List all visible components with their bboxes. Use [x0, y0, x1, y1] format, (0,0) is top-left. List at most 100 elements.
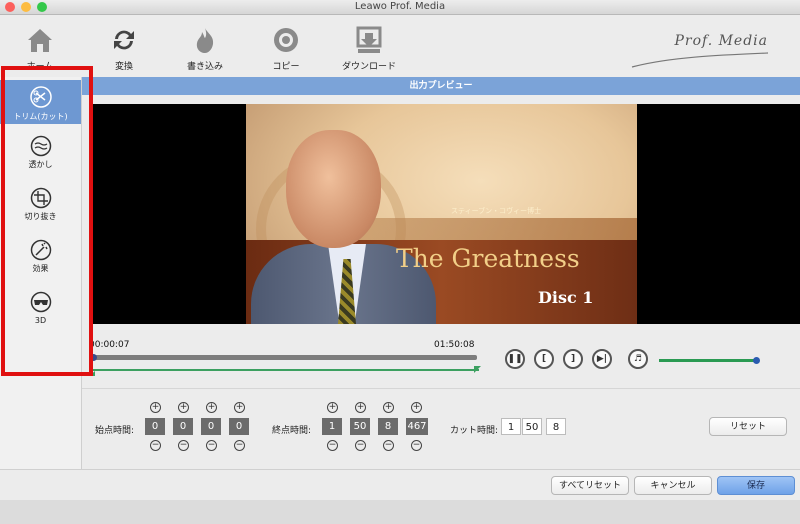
convert-icon — [114, 30, 134, 50]
start-ms-field[interactable]: 0 — [229, 418, 249, 435]
sidebar-item-effect[interactable]: 効果 — [0, 239, 81, 283]
minimize-window-button[interactable] — [21, 2, 31, 12]
footer-divider — [0, 469, 800, 470]
bracket-right-icon: ] — [570, 354, 576, 364]
start-ms-minus[interactable]: − — [234, 440, 245, 451]
reset-button[interactable]: リセット — [709, 417, 787, 436]
current-time: 00:00:07 — [89, 340, 130, 350]
download-icon — [356, 26, 382, 53]
toolbar-copy-button[interactable]: コピー — [251, 25, 321, 72]
playback-handle[interactable] — [90, 354, 97, 361]
trim-end-handle[interactable] — [474, 366, 481, 373]
duration-hour-field: 1 — [501, 418, 521, 435]
start-time-label: 始点時間: — [95, 426, 135, 436]
start-sec-field[interactable]: 0 — [201, 418, 221, 435]
toolbar-convert-label: 変換 — [114, 62, 133, 72]
toolbar-convert-button[interactable]: 変換 — [89, 25, 159, 72]
reset-all-button[interactable]: すべてリセット — [551, 476, 629, 495]
sidebar-item-crop[interactable]: 切り抜き — [0, 187, 81, 231]
sidebar-effect-label: 効果 — [32, 264, 49, 273]
effect-icon — [30, 239, 51, 261]
toolbar-burn-button[interactable]: 書き込み — [170, 25, 240, 72]
main-toolbar: ホーム 変換 書き込み コピー ダウンロード Prof. Media — [0, 15, 800, 77]
video-preview[interactable]: スティーブン・コヴィー博士 The Greatness Disc 1 — [89, 104, 800, 324]
video-person-head — [286, 130, 381, 248]
sidebar-item-watermark[interactable]: 透かし — [0, 135, 81, 179]
set-end-button[interactable]: ] — [563, 349, 583, 369]
toolbar-burn-label: 書き込み — [186, 62, 223, 72]
zoom-window-button[interactable] — [37, 2, 47, 12]
speaker-icon: ♬ — [633, 354, 643, 364]
end-min-plus[interactable]: + — [355, 402, 366, 413]
skip-forward-icon: ▶| — [596, 354, 608, 364]
sidebar-trim-label: トリム(カット) — [13, 112, 68, 121]
cancel-button[interactable]: キャンセル — [634, 476, 712, 495]
end-hour-field[interactable]: 1 — [322, 418, 342, 435]
volume-slider-track[interactable] — [659, 359, 757, 362]
trim-start-handle[interactable] — [89, 366, 95, 376]
start-ms-plus[interactable]: + — [234, 402, 245, 413]
sidebar-watermark-label: 透かし — [28, 160, 53, 169]
app-logo: Prof. Media — [674, 33, 768, 49]
toolbar-home-label: ホーム — [26, 62, 54, 72]
set-start-button[interactable]: [ — [534, 349, 554, 369]
burn-icon — [196, 28, 214, 53]
3d-glasses-icon — [30, 291, 51, 313]
status-bar — [0, 500, 800, 524]
trim-icon — [29, 86, 52, 108]
end-min-minus[interactable]: − — [355, 440, 366, 451]
video-disc-text: Disc 1 — [538, 288, 594, 307]
end-min-field[interactable]: 50 — [350, 418, 370, 435]
pause-button[interactable]: ❚❚ — [505, 349, 525, 369]
end-hour-minus[interactable]: − — [327, 440, 338, 451]
watermark-icon — [30, 135, 51, 157]
end-hour-plus[interactable]: + — [327, 402, 338, 413]
end-ms-field[interactable]: 467 — [406, 418, 428, 435]
sidebar-item-trim[interactable]: トリム(カット) — [0, 80, 81, 124]
preview-header: 出力プレビュー — [82, 77, 800, 95]
duration-min-field: 50 — [522, 418, 542, 435]
start-hour-field[interactable]: 0 — [145, 418, 165, 435]
toolbar-copy-label: コピー — [272, 62, 300, 72]
start-hour-plus[interactable]: + — [150, 402, 161, 413]
volume-button[interactable]: ♬ — [628, 349, 648, 369]
close-window-button[interactable] — [5, 2, 15, 12]
pause-icon: ❚❚ — [507, 354, 523, 364]
toolbar-download-label: ダウンロード — [341, 62, 396, 72]
volume-slider-handle[interactable] — [753, 357, 760, 364]
save-button[interactable]: 保存 — [717, 476, 795, 495]
logo-swoosh — [631, 52, 769, 68]
end-sec-plus[interactable]: + — [383, 402, 394, 413]
crop-icon — [30, 187, 51, 209]
start-min-minus[interactable]: − — [178, 440, 189, 451]
start-min-plus[interactable]: + — [178, 402, 189, 413]
duration-label: カット時間: — [450, 426, 499, 436]
video-subtitle-text: スティーブン・コヴィー博士 — [451, 207, 542, 215]
next-frame-button[interactable]: ▶| — [592, 349, 612, 369]
home-icon — [28, 29, 52, 52]
start-sec-plus[interactable]: + — [206, 402, 217, 413]
sidebar-item-3d[interactable]: 3D — [0, 291, 81, 335]
copy-icon — [274, 28, 298, 52]
sidebar-crop-label: 切り抜き — [24, 212, 57, 221]
window-title: Leawo Prof. Media — [354, 1, 446, 12]
edit-sidebar: トリム(カット) 透かし 切り抜き 効果 3D — [0, 77, 82, 469]
start-min-field[interactable]: 0 — [173, 418, 193, 435]
playback-track[interactable] — [93, 355, 477, 360]
video-band-light — [356, 218, 637, 240]
video-frame: スティーブン・コヴィー博士 The Greatness Disc 1 — [246, 104, 637, 324]
title-bar: Leawo Prof. Media — [0, 0, 800, 15]
start-sec-minus[interactable]: − — [206, 440, 217, 451]
end-ms-plus[interactable]: + — [411, 402, 422, 413]
toolbar-download-button[interactable]: ダウンロード — [334, 25, 404, 72]
duration-sec-field: 8 — [546, 418, 566, 435]
start-hour-minus[interactable]: − — [150, 440, 161, 451]
end-sec-minus[interactable]: − — [383, 440, 394, 451]
toolbar-home-button[interactable]: ホーム — [5, 25, 75, 72]
end-time: 01:50:08 — [434, 340, 475, 350]
end-ms-minus[interactable]: − — [411, 440, 422, 451]
bracket-left-icon: [ — [541, 354, 547, 364]
sidebar-3d-label: 3D — [34, 316, 47, 325]
end-sec-field[interactable]: 8 — [378, 418, 398, 435]
video-title-text: The Greatness — [396, 244, 580, 273]
